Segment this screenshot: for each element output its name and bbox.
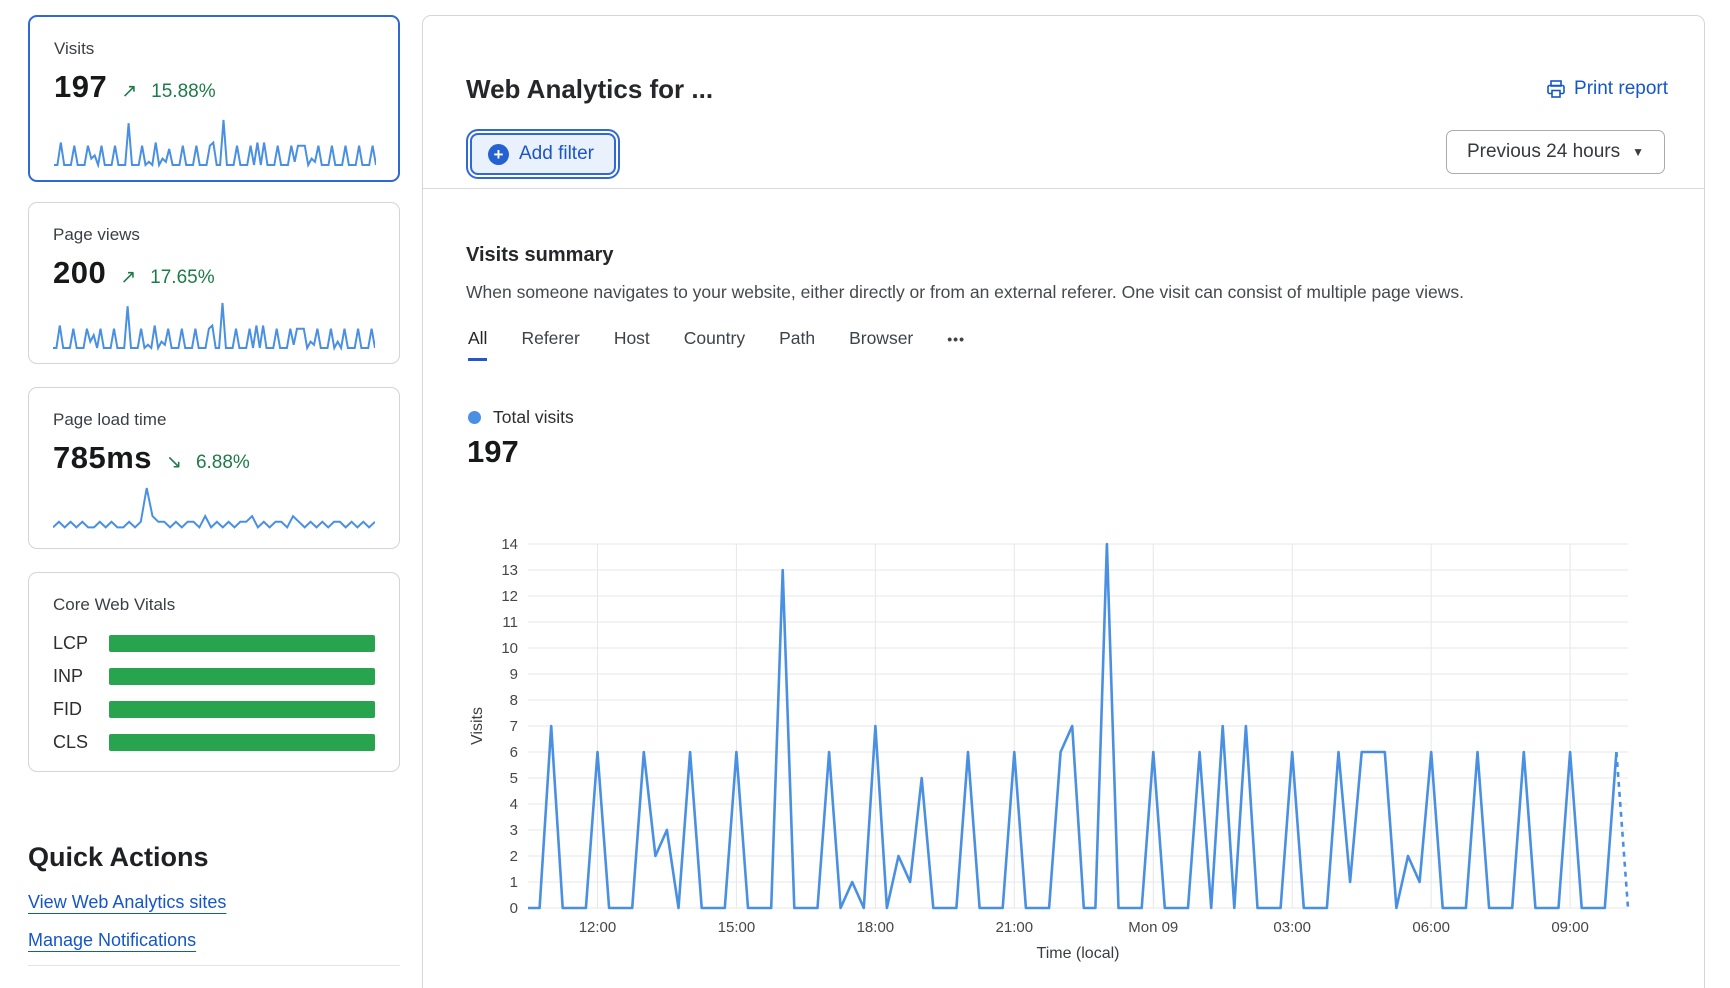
svg-text:8: 8 — [510, 692, 518, 709]
header-divider — [423, 188, 1704, 189]
total-visits-dot-icon — [468, 411, 481, 424]
chevron-down-icon: ▼ — [1632, 145, 1644, 159]
vital-row-lcp: LCP — [53, 633, 375, 654]
vital-label: FID — [53, 699, 109, 720]
visits-sparkline — [54, 116, 376, 168]
print-report-link[interactable]: Print report — [1546, 78, 1668, 100]
metric-card-page-views[interactable]: Page views 200 ↗ 17.65% — [28, 202, 400, 364]
svg-text:1: 1 — [510, 874, 518, 891]
vital-label: INP — [53, 666, 109, 687]
svg-text:11: 11 — [502, 614, 518, 631]
cls-good-bar — [109, 734, 375, 751]
tab-country[interactable]: Country — [684, 328, 745, 361]
trend-up-icon: ↗ — [120, 266, 136, 289]
add-filter-label: Add filter — [519, 143, 594, 165]
vital-row-cls: CLS — [53, 732, 375, 753]
svg-text:09:00: 09:00 — [1551, 919, 1589, 936]
svg-text:2: 2 — [510, 848, 518, 865]
lcp-good-bar — [109, 635, 375, 652]
tab-browser[interactable]: Browser — [849, 328, 913, 361]
vital-row-fid: FID — [53, 699, 375, 720]
metric-delta: 17.65% — [150, 267, 214, 289]
trend-up-icon: ↗ — [121, 80, 137, 103]
metric-card-page-load-time[interactable]: Page load time 785ms ↘ 6.88% — [28, 387, 400, 549]
metric-card-visits[interactable]: Visits 197 ↗ 15.88% — [28, 15, 400, 182]
svg-text:14: 14 — [501, 536, 518, 553]
tab-all[interactable]: All — [468, 328, 487, 361]
svg-text:10: 10 — [501, 640, 518, 657]
svg-text:6: 6 — [510, 744, 518, 761]
metric-delta: 6.88% — [196, 452, 250, 474]
svg-text:12:00: 12:00 — [579, 919, 617, 936]
visits-summary-description: When someone navigates to your website, … — [466, 282, 1464, 303]
metric-value: 200 — [53, 255, 106, 291]
tab-path[interactable]: Path — [779, 328, 815, 361]
total-visits-value: 197 — [467, 434, 519, 470]
page-views-sparkline — [53, 299, 375, 351]
metric-label: Page views — [53, 225, 375, 245]
svg-text:13: 13 — [501, 562, 518, 579]
svg-text:21:00: 21:00 — [996, 919, 1034, 936]
chart-legend: Total visits — [468, 407, 574, 428]
more-tabs-icon[interactable]: ••• — [947, 328, 965, 361]
svg-text:0: 0 — [510, 900, 518, 917]
tab-host[interactable]: Host — [614, 328, 650, 361]
view-web-analytics-sites-link[interactable]: View Web Analytics sites — [28, 892, 226, 913]
svg-text:Mon 09: Mon 09 — [1128, 919, 1178, 936]
time-range-value: Previous 24 hours — [1467, 141, 1620, 163]
vital-row-inp: INP — [53, 666, 375, 687]
dimension-tabs: All Referer Host Country Path Browser ••… — [468, 328, 965, 361]
page-load-sparkline — [53, 484, 375, 536]
plus-circle-icon: + — [488, 144, 509, 165]
svg-text:06:00: 06:00 — [1412, 919, 1450, 936]
metric-delta: 15.88% — [151, 81, 215, 103]
time-range-dropdown[interactable]: Previous 24 hours ▼ — [1446, 130, 1665, 174]
legend-label: Total visits — [493, 407, 574, 428]
trend-down-icon: ↘ — [166, 451, 182, 474]
svg-text:15:00: 15:00 — [718, 919, 756, 936]
print-report-label: Print report — [1574, 78, 1668, 100]
visits-summary-title: Visits summary — [466, 244, 614, 267]
svg-text:03:00: 03:00 — [1273, 919, 1311, 936]
svg-text:3: 3 — [510, 822, 518, 839]
core-web-vitals-card[interactable]: Core Web Vitals LCP INP FID CLS — [28, 572, 400, 772]
add-filter-button[interactable]: + Add filter — [470, 133, 616, 175]
visits-line-chart: 0123456789101112131412:0015:0018:0021:00… — [466, 521, 1686, 981]
page-title: Web Analytics for ... — [466, 74, 713, 105]
svg-text:Visits: Visits — [469, 707, 486, 745]
fid-good-bar — [109, 701, 375, 718]
svg-text:18:00: 18:00 — [857, 919, 895, 936]
svg-text:Time (local): Time (local) — [1037, 945, 1120, 962]
inp-good-bar — [109, 668, 375, 685]
web-analytics-panel: Web Analytics for ... Print report + Add… — [422, 15, 1705, 988]
vital-label: LCP — [53, 633, 109, 654]
metric-label: Page load time — [53, 410, 375, 430]
svg-text:9: 9 — [510, 666, 518, 683]
sidebar-divider — [28, 965, 400, 966]
vital-label: CLS — [53, 732, 109, 753]
metric-value: 785ms — [53, 440, 152, 476]
svg-text:5: 5 — [510, 770, 518, 787]
manage-notifications-link[interactable]: Manage Notifications — [28, 930, 196, 951]
metric-label: Visits — [54, 39, 374, 59]
core-web-vitals-title: Core Web Vitals — [53, 595, 375, 615]
metric-value: 197 — [54, 69, 107, 105]
svg-text:7: 7 — [510, 718, 518, 735]
quick-actions-title: Quick Actions — [28, 842, 209, 873]
svg-text:4: 4 — [510, 796, 518, 813]
metrics-sidebar: Visits 197 ↗ 15.88% Page views 200 ↗ 17.… — [28, 0, 400, 988]
svg-text:12: 12 — [501, 588, 518, 605]
printer-icon — [1546, 79, 1566, 99]
tab-referer[interactable]: Referer — [521, 328, 579, 361]
